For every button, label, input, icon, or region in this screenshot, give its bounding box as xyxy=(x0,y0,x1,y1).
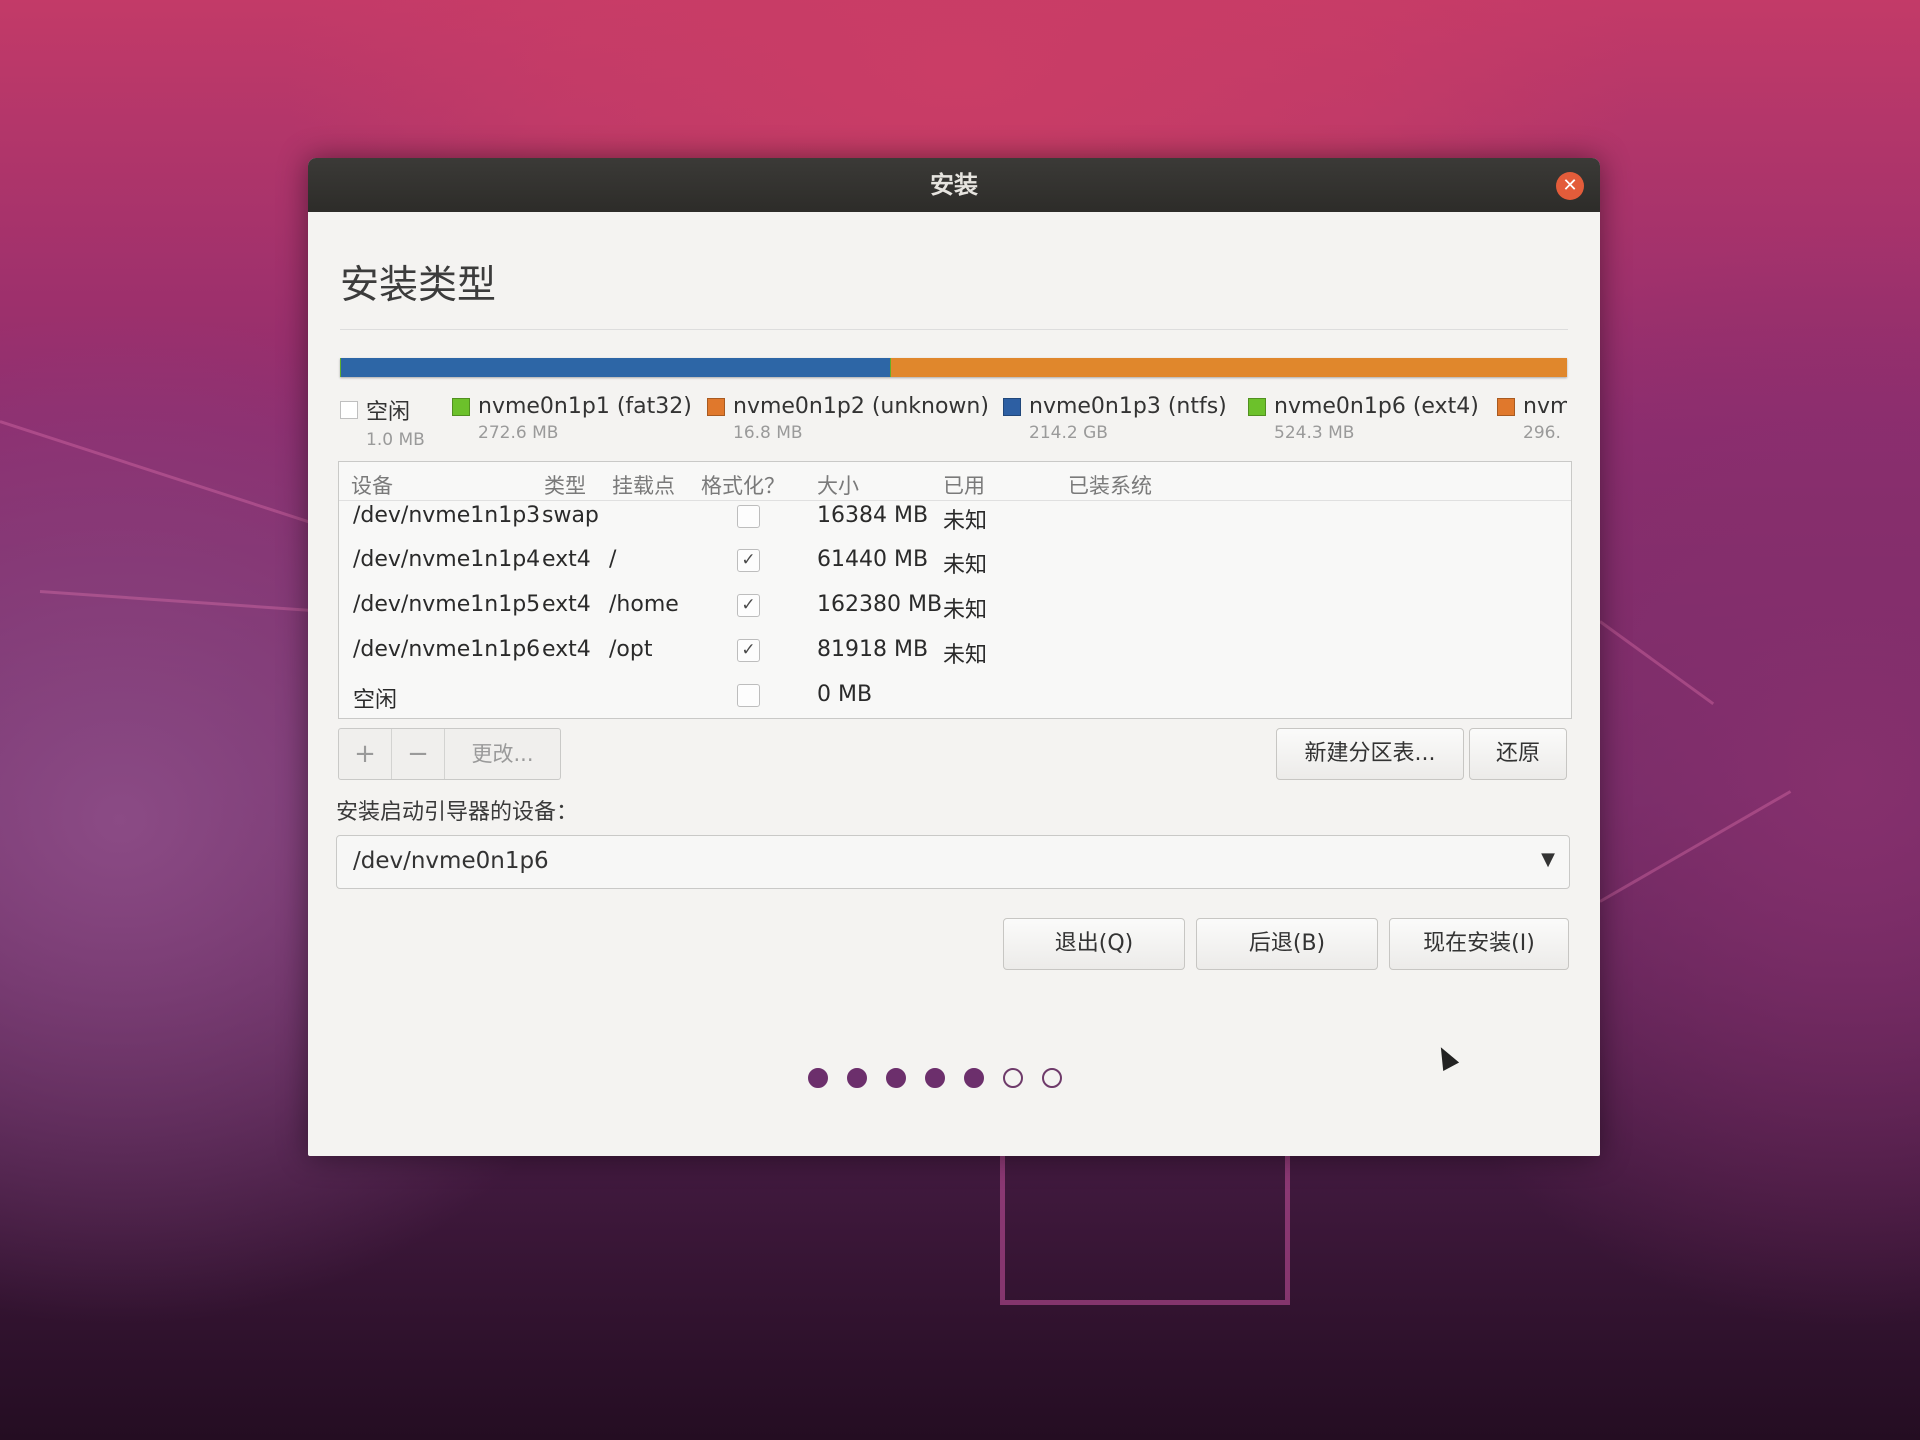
chevron-down-icon: ▼ xyxy=(1541,849,1555,870)
legend-item: nvme0n1p1 (fat32) 272.6 MB xyxy=(452,394,692,443)
partition-segment xyxy=(890,358,1568,377)
format-checkbox[interactable] xyxy=(737,505,760,528)
cell-size: 0 MB xyxy=(817,682,873,707)
install-now-button[interactable]: 现在安装(I) xyxy=(1389,918,1569,970)
cell-mount: /home xyxy=(609,592,679,617)
add-partition-button[interactable]: + xyxy=(339,729,392,779)
cell-size: 16384 MB xyxy=(817,503,929,528)
legend-size: 296. xyxy=(1523,423,1561,443)
legend-size: 272.6 MB xyxy=(478,423,559,443)
legend-item: nvme0n1p6 (ext4) 524.3 MB xyxy=(1248,394,1479,443)
table-row[interactable]: /dev/nvme1n1p6 ext4 /opt ✓ 81918 MB 未知 xyxy=(339,629,1571,673)
close-icon[interactable]: ✕ xyxy=(1556,172,1584,200)
format-checkbox[interactable]: ✓ xyxy=(737,639,760,662)
legend-name: nvme0n1p6 (ext4) xyxy=(1274,394,1479,419)
cell-type: ext4 xyxy=(542,637,591,662)
legend-swatch xyxy=(1248,397,1266,416)
cell-used: 未知 xyxy=(943,509,988,534)
bootloader-device-select[interactable]: /dev/nvme0n1p6 ▼ xyxy=(336,835,1570,889)
cell-mount: /opt xyxy=(609,637,653,662)
legend-size: 524.3 MB xyxy=(1274,423,1355,443)
divider xyxy=(340,329,1568,330)
cell-type: ext4 xyxy=(542,547,591,572)
cell-used: 未知 xyxy=(943,553,988,578)
remove-partition-button[interactable]: − xyxy=(392,729,445,779)
cell-size: 81918 MB xyxy=(817,637,929,662)
legend-item: 空闲 1.0 MB xyxy=(340,394,425,450)
legend-name: nvme0n1p1 (fat32) xyxy=(478,394,692,419)
format-checkbox[interactable] xyxy=(737,684,760,707)
table-row[interactable]: 空闲 0 MB xyxy=(339,674,1571,718)
progress-dot xyxy=(925,1068,945,1088)
table-row[interactable]: /dev/nvme1n1p4 ext4 / ✓ 61440 MB 未知 xyxy=(339,539,1571,583)
table-row[interactable]: /dev/nvme1n1p3 swap 16384 MB 未知 xyxy=(339,495,1571,539)
cell-device: /dev/nvme1n1p6 xyxy=(353,637,541,662)
cell-size: 162380 MB xyxy=(817,592,943,617)
legend-item: nvme0n1p2 (unknown) 16.8 MB xyxy=(707,394,989,443)
legend-swatch xyxy=(340,401,358,419)
legend-swatch xyxy=(1003,397,1021,416)
cell-size: 61440 MB xyxy=(817,547,929,572)
legend-name: nvme0n1p2 (unknown) xyxy=(733,394,989,419)
legend-swatch xyxy=(707,397,725,416)
cell-used: 未知 xyxy=(943,598,988,623)
cell-mount: / xyxy=(609,547,617,572)
cell-type: swap xyxy=(542,503,599,528)
format-checkbox[interactable]: ✓ xyxy=(737,549,760,572)
bootloader-device-value: /dev/nvme0n1p6 xyxy=(353,848,549,874)
progress-dot xyxy=(1003,1068,1023,1088)
progress-dot xyxy=(1042,1068,1062,1088)
back-button[interactable]: 后退(B) xyxy=(1196,918,1378,970)
legend-name: nvm xyxy=(1523,394,1567,419)
partition-bar xyxy=(340,358,1568,377)
legend-item: nvm 296. xyxy=(1497,394,1567,443)
format-checkbox[interactable]: ✓ xyxy=(737,594,760,617)
cell-used: 未知 xyxy=(943,643,988,668)
title-bar: 安装 ✕ xyxy=(308,158,1600,212)
cell-device: 空闲 xyxy=(353,688,398,713)
cell-type: ext4 xyxy=(542,592,591,617)
new-partition-table-button[interactable]: 新建分区表... xyxy=(1276,728,1464,780)
installer-window: 安装 ✕ 安装类型 空闲 1.0 MB nvme0n1p1 (fat32) 27… xyxy=(308,158,1600,1156)
legend-size: 16.8 MB xyxy=(733,423,803,443)
partition-legend: 空闲 1.0 MB nvme0n1p1 (fat32) 272.6 MB nvm… xyxy=(340,394,1567,454)
progress-dot xyxy=(964,1068,984,1088)
quit-button[interactable]: 退出(Q) xyxy=(1003,918,1185,970)
table-row[interactable]: /dev/nvme1n1p5 ext4 /home ✓ 162380 MB 未知 xyxy=(339,584,1571,628)
partition-table: 设备 类型 挂载点 格式化？ 大小 已用 已装系统 /dev/nvme1n1p3… xyxy=(338,461,1572,719)
partition-segment xyxy=(341,358,890,377)
legend-name: nvme0n1p3 (ntfs) xyxy=(1029,394,1227,419)
progress-dots xyxy=(808,1068,1062,1088)
revert-button[interactable]: 还原 xyxy=(1469,728,1567,780)
partition-toolbar: + − 更改... xyxy=(338,728,561,780)
progress-dot xyxy=(808,1068,828,1088)
progress-dot xyxy=(886,1068,906,1088)
cell-device: /dev/nvme1n1p5 xyxy=(353,592,541,617)
cell-device: /dev/nvme1n1p3 xyxy=(353,503,541,528)
legend-size: 1.0 MB xyxy=(366,430,425,450)
change-partition-button[interactable]: 更改... xyxy=(445,729,560,779)
legend-name: 空闲 xyxy=(366,400,411,425)
legend-swatch xyxy=(452,397,470,416)
progress-dot xyxy=(847,1068,867,1088)
cell-device: /dev/nvme1n1p4 xyxy=(353,547,541,572)
page-title: 安装类型 xyxy=(340,263,497,308)
legend-swatch xyxy=(1497,397,1515,416)
legend-size: 214.2 GB xyxy=(1029,423,1108,443)
legend-item: nvme0n1p3 (ntfs) 214.2 GB xyxy=(1003,394,1227,443)
window-title: 安装 xyxy=(930,171,978,199)
bootloader-label: 安装启动引导器的设备： xyxy=(336,800,579,825)
